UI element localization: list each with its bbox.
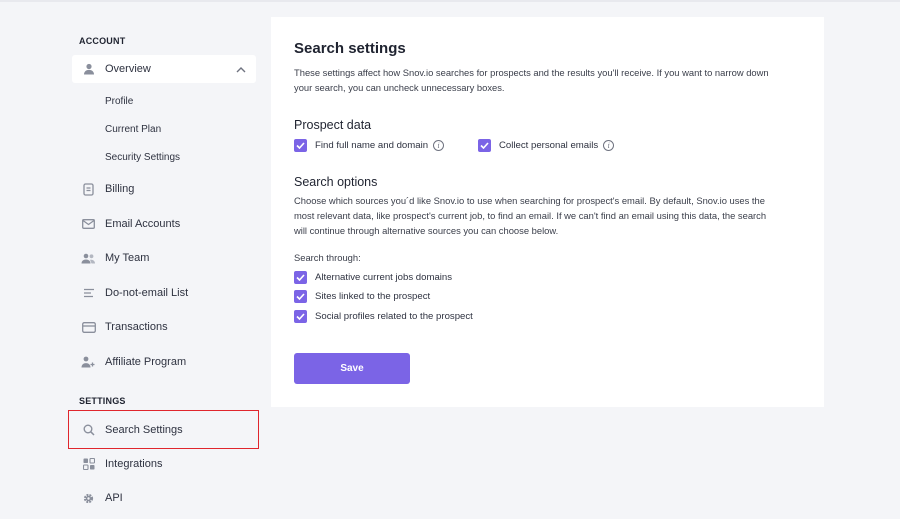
- document-icon: [72, 182, 105, 196]
- options-text-line-2: most relevant data, like prospect's curr…: [294, 210, 767, 221]
- sidebar-item-my-team[interactable]: My Team: [72, 244, 256, 272]
- chevron-up-icon[interactable]: [236, 64, 246, 76]
- option-label: Alternative current jobs domains: [315, 272, 453, 283]
- checkbox-checked[interactable]: [478, 139, 491, 152]
- search-settings-card: Search settings These settings affect ho…: [271, 17, 824, 407]
- alt-jobs-domains-option: Alternative current jobs domains: [294, 271, 452, 284]
- search-through-label: Search through:: [294, 252, 361, 263]
- sidebar-item-integrations[interactable]: Integrations: [72, 450, 256, 478]
- team-icon: [72, 253, 105, 264]
- sidebar: ACCOUNT Overview Profile Current Plan Se…: [0, 0, 270, 519]
- checkbox-checked[interactable]: [294, 290, 307, 303]
- checkbox-checked[interactable]: [294, 271, 307, 284]
- info-icon[interactable]: i: [433, 140, 445, 151]
- checkbox-checked[interactable]: [294, 310, 307, 323]
- grid-icon: [72, 458, 105, 470]
- intro-text-line-1: These settings affect how Snov.io search…: [294, 67, 769, 78]
- sidebar-item-label: My Team: [105, 252, 150, 264]
- option-label: Sites linked to the prospect: [315, 291, 431, 302]
- sidebar-item-label: Overview: [105, 63, 151, 75]
- prospect-data-heading: Prospect data: [294, 118, 372, 132]
- highlight-box: [68, 410, 259, 449]
- sidebar-item-api[interactable]: API: [72, 484, 256, 512]
- option-label: Social profiles related to the prospect: [315, 311, 473, 322]
- envelope-icon: [72, 219, 105, 229]
- sites-linked-option: Sites linked to the prospect: [294, 290, 430, 303]
- sidebar-item-label: Email Accounts: [105, 218, 181, 230]
- sidebar-item-label: Integrations: [105, 458, 163, 470]
- search-options-heading: Search options: [294, 175, 378, 189]
- checkbox-checked[interactable]: [294, 139, 307, 152]
- user-icon: [72, 63, 105, 75]
- intro-text-line-2: your search, you can uncheck unnecessary…: [294, 82, 505, 93]
- sidebar-item-label: Transactions: [105, 321, 168, 333]
- sidebar-item-transactions[interactable]: Transactions: [72, 313, 256, 341]
- options-text-line-3: will continue through alternative source…: [294, 225, 559, 236]
- option-label: Find full name and domain: [315, 140, 429, 151]
- find-name-domain-option: Find full name and domain i: [294, 139, 445, 152]
- option-label: Collect personal emails: [499, 140, 599, 151]
- sidebar-item-overview[interactable]: Overview: [72, 55, 256, 83]
- social-profiles-option: Social profiles related to the prospect: [294, 310, 473, 323]
- page-title: Search settings: [294, 40, 406, 57]
- sidebar-item-email-accounts[interactable]: Email Accounts: [72, 210, 256, 238]
- settings-section-title: SETTINGS: [79, 396, 126, 406]
- card-icon: [72, 321, 105, 333]
- sidebar-item-label: Do-not-email List: [105, 287, 189, 299]
- sidebar-item-billing[interactable]: Billing: [72, 175, 256, 203]
- sidebar-item-label: Billing: [105, 183, 135, 195]
- save-button[interactable]: Save: [294, 353, 410, 384]
- sidebar-item-do-not-email-list[interactable]: Do-not-email List: [72, 279, 256, 307]
- account-section-title: ACCOUNT: [79, 36, 126, 46]
- info-icon[interactable]: i: [603, 140, 615, 151]
- sidebar-item-label: API: [105, 492, 123, 504]
- sidebar-subitem-current-plan[interactable]: Current Plan: [105, 124, 161, 135]
- user-plus-icon: [72, 356, 105, 368]
- sidebar-item-label: Affiliate Program: [105, 356, 187, 368]
- options-text-line-1: Choose which sources you´d like Snov.io …: [294, 195, 765, 206]
- sidebar-subitem-security-settings[interactable]: Security Settings: [105, 152, 180, 163]
- sidebar-item-affiliate-program[interactable]: Affiliate Program: [72, 348, 256, 376]
- collect-personal-emails-option: Collect personal emails i: [478, 139, 615, 152]
- gear-icon: [72, 492, 105, 505]
- sidebar-subitem-profile[interactable]: Profile: [105, 96, 133, 107]
- list-icon: [72, 288, 105, 298]
